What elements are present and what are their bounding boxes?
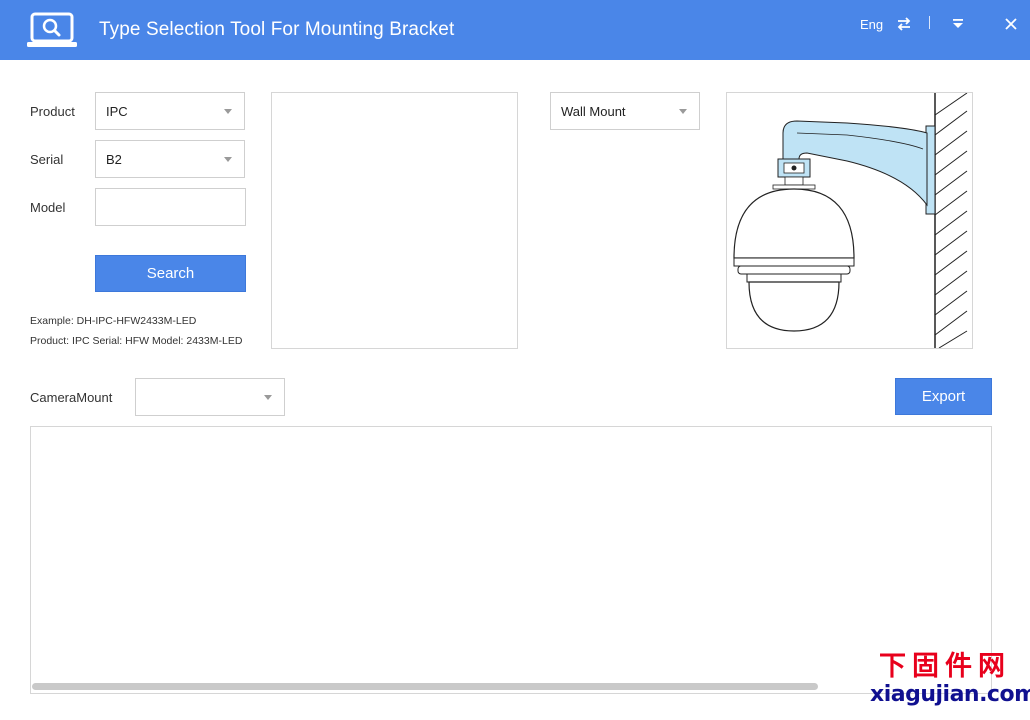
laptop-search-icon <box>27 12 77 47</box>
product-label: Product <box>30 104 75 119</box>
model-label: Model <box>30 200 66 215</box>
results-table[interactable] <box>30 426 992 694</box>
product-select-value: IPC <box>106 104 128 119</box>
watermark-url-text: xiagujian.com <box>870 682 1030 707</box>
camera-mount-select[interactable] <box>135 378 285 416</box>
language-selector[interactable]: Eng <box>860 14 883 34</box>
example-text: Example: DH-IPC-HFW2433M-LED <box>30 315 197 327</box>
mount-type-select[interactable]: Wall Mount <box>550 92 700 130</box>
title-bar: Type Selection Tool For Mounting Bracket… <box>0 0 1030 60</box>
product-select[interactable]: IPC <box>95 92 245 130</box>
minimize-icon[interactable] <box>949 14 967 34</box>
watermark: 下固件网 xiagujian.com <box>870 651 1030 708</box>
wall-mount-camera-image <box>733 92 968 349</box>
chevron-down-icon <box>224 157 232 162</box>
chevron-down-icon <box>679 109 687 114</box>
model-input[interactable] <box>95 188 246 226</box>
chevron-down-icon <box>224 109 232 114</box>
example-breakdown-text: Product: IPC Serial: HFW Model: 2433M-LE… <box>30 335 243 347</box>
serial-select-value: B2 <box>106 152 122 167</box>
horizontal-scrollbar[interactable] <box>32 683 818 690</box>
window-title: Type Selection Tool For Mounting Bracket <box>99 19 455 40</box>
export-button[interactable]: Export <box>895 378 992 415</box>
camera-mount-label: CameraMount <box>30 390 113 405</box>
swap-icon[interactable] <box>895 14 913 34</box>
mount-preview-panel <box>726 92 973 349</box>
titlebar-divider <box>929 16 930 29</box>
watermark-cn-text: 下固件网 <box>879 651 1011 682</box>
close-icon[interactable] <box>1002 14 1020 34</box>
mount-type-value: Wall Mount <box>561 104 626 119</box>
model-results-list[interactable] <box>271 92 518 349</box>
chevron-down-icon <box>264 395 272 400</box>
serial-select[interactable]: B2 <box>95 140 245 178</box>
serial-label: Serial <box>30 152 64 167</box>
search-button[interactable]: Search <box>95 255 246 292</box>
